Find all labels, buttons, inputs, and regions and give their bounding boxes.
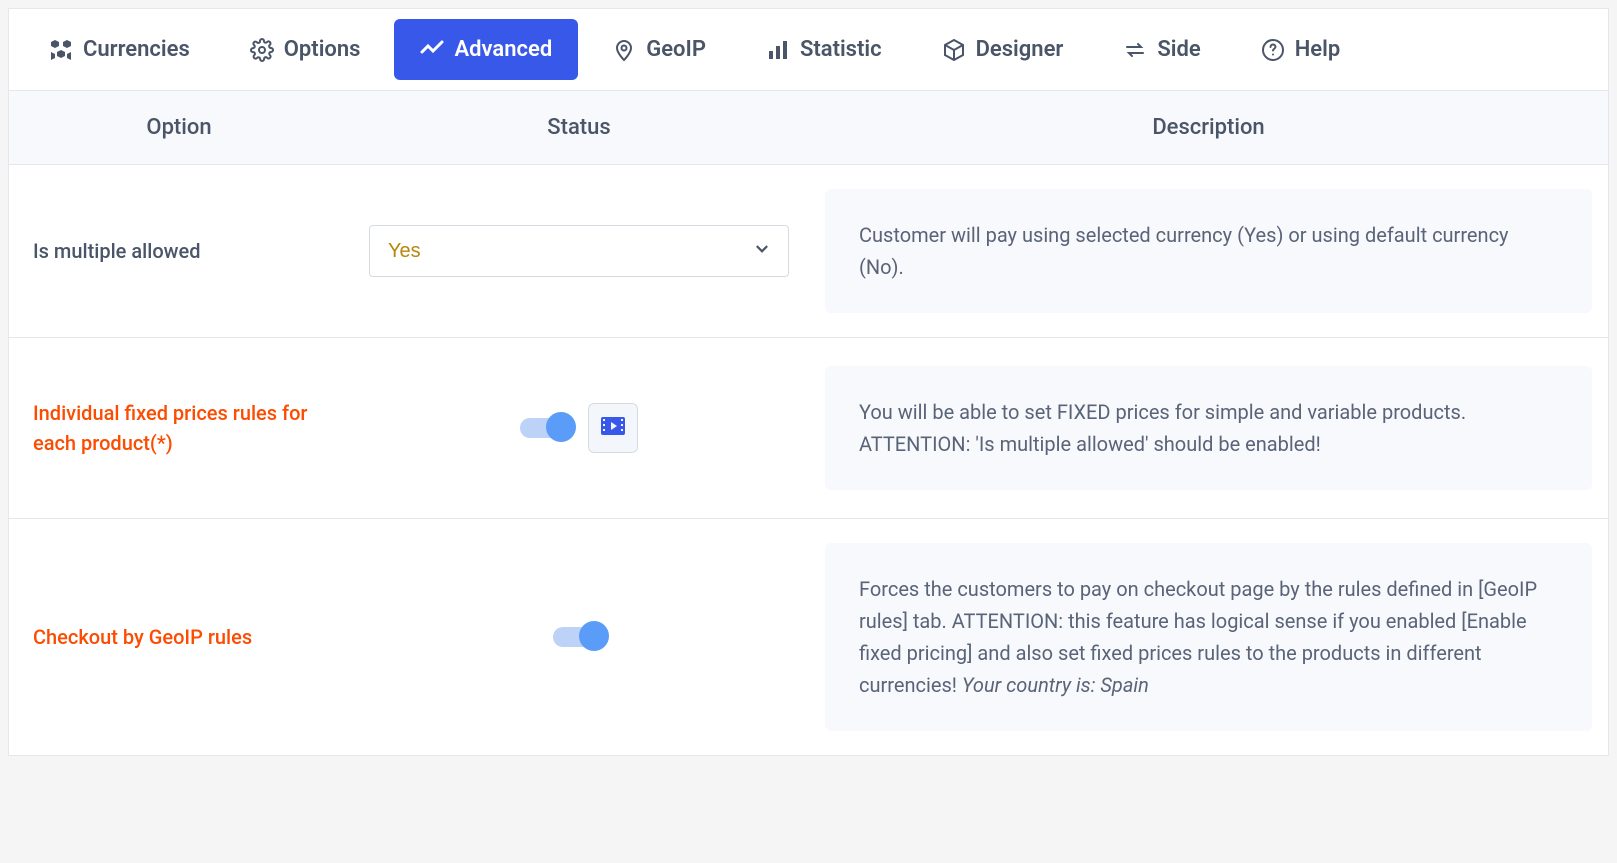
description-emphasis: Your country is: Spain <box>962 673 1149 697</box>
tab-label: Advanced <box>454 37 552 62</box>
video-help-button[interactable] <box>588 403 638 453</box>
tab-label: Statistic <box>800 37 882 62</box>
fixed-prices-toggle[interactable] <box>520 418 572 438</box>
tab-options[interactable]: Options <box>224 19 387 80</box>
tab-geoip[interactable]: GeoIP <box>586 19 732 80</box>
cubes-icon <box>49 38 73 62</box>
gear-icon <box>250 38 274 62</box>
tab-label: GeoIP <box>646 37 706 62</box>
tab-bar: Currencies Options Advanced GeoIP Statis… <box>9 9 1608 91</box>
status-cell: Yes <box>349 201 809 301</box>
description-cell: Forces the customers to pay on checkout … <box>809 519 1608 755</box>
status-cell <box>349 603 809 671</box>
tab-side[interactable]: Side <box>1097 19 1226 80</box>
tab-advanced[interactable]: Advanced <box>394 19 578 80</box>
box-icon <box>942 38 966 62</box>
toggle-knob <box>579 621 609 651</box>
description-text: Forces the customers to pay on checkout … <box>825 543 1592 731</box>
option-label: Is multiple allowed <box>9 176 349 326</box>
tab-help[interactable]: Help <box>1235 19 1367 80</box>
column-headers: Option Status Description <box>9 91 1608 165</box>
swap-arrows-icon <box>1123 38 1147 62</box>
description-cell: Customer will pay using selected currenc… <box>809 165 1608 337</box>
column-header-description: Description <box>809 91 1608 164</box>
tab-designer[interactable]: Designer <box>916 19 1090 80</box>
tab-label: Currencies <box>83 37 190 62</box>
video-icon <box>601 416 625 440</box>
bar-chart-icon <box>766 38 790 62</box>
settings-panel: Currencies Options Advanced GeoIP Statis… <box>8 8 1609 756</box>
column-header-status: Status <box>349 91 809 164</box>
status-cell <box>349 379 809 477</box>
chart-line-icon <box>420 38 444 62</box>
location-pin-icon <box>612 38 636 62</box>
description-text: Customer will pay using selected currenc… <box>825 189 1592 313</box>
tab-currencies[interactable]: Currencies <box>23 19 216 80</box>
description-cell: You will be able to set FIXED prices for… <box>809 342 1608 514</box>
description-main: Forces the customers to pay on checkout … <box>859 577 1537 697</box>
toggle-knob <box>546 412 576 442</box>
setting-row-checkout-geoip: Checkout by GeoIP rules Forces the custo… <box>9 519 1608 755</box>
setting-row-multiple-allowed: Is multiple allowed Yes Customer will pa… <box>9 165 1608 338</box>
column-header-option: Option <box>9 91 349 164</box>
checkout-geoip-toggle[interactable] <box>553 627 605 647</box>
multiple-allowed-select[interactable]: Yes <box>369 225 789 277</box>
setting-row-fixed-prices: Individual fixed prices rules for each p… <box>9 338 1608 519</box>
tab-label: Designer <box>976 37 1064 62</box>
option-label: Checkout by GeoIP rules <box>9 562 349 712</box>
tab-statistic[interactable]: Statistic <box>740 19 908 80</box>
tab-label: Help <box>1295 37 1341 62</box>
multiple-allowed-select-wrap: Yes <box>369 225 789 277</box>
option-label: Individual fixed prices rules for each p… <box>9 338 349 518</box>
description-text: You will be able to set FIXED prices for… <box>825 366 1592 490</box>
help-icon <box>1261 38 1285 62</box>
tab-label: Options <box>284 37 361 62</box>
tab-label: Side <box>1157 37 1200 62</box>
